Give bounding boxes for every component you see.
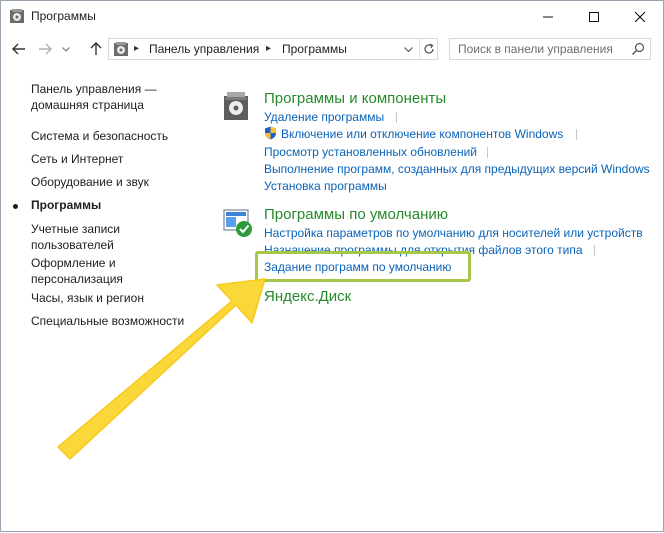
back-button[interactable]: [9, 39, 29, 59]
forward-button[interactable]: [35, 39, 55, 59]
sidebar-item-control-panel-home[interactable]: Панель управления — домашняя страница: [31, 81, 201, 113]
link-uninstall-program[interactable]: Удаление программы: [264, 110, 384, 124]
chevron-down-icon: [62, 46, 70, 52]
category-title-default-programs[interactable]: Программы по умолчанию: [264, 206, 448, 223]
sidebar-item-user-accounts[interactable]: Учетные записи пользователей: [31, 221, 201, 253]
highlight-frame: [255, 251, 471, 282]
chevron-down-icon: [403, 46, 413, 52]
link-separator: [576, 129, 577, 140]
sidebar-item-hardware-sound[interactable]: Оборудование и звук: [31, 174, 201, 190]
refresh-icon: [424, 43, 434, 54]
search-icon[interactable]: [631, 42, 645, 56]
sidebar-item-network-internet[interactable]: Сеть и Интернет: [31, 151, 201, 167]
window-title: Программы: [31, 9, 96, 23]
address-dropdown-button[interactable]: [399, 39, 417, 59]
arrow-up-icon: [90, 42, 102, 55]
programs-icon: [114, 42, 128, 56]
sidebar-item-appearance[interactable]: Оформление и персонализация: [31, 255, 201, 287]
address-bar[interactable]: ▸ Панель управления ▸ Программы: [108, 38, 438, 60]
sidebar-item-system-security[interactable]: Система и безопасность: [31, 128, 201, 144]
default-programs-icon[interactable]: [223, 208, 253, 238]
search-box[interactable]: [449, 38, 651, 60]
maximize-icon: [589, 11, 599, 22]
sidebar-item-programs[interactable]: Программы: [31, 197, 201, 213]
programs-icon: [10, 9, 24, 23]
close-icon: [635, 11, 645, 22]
control-panel-window: Программы ▸ Панель управления ▸ Программ…: [0, 0, 664, 532]
up-button[interactable]: [86, 39, 106, 59]
arrow-right-icon: [39, 43, 52, 55]
uac-shield-icon: [265, 126, 276, 140]
category-title-yandex-disk[interactable]: Яндекс.Диск: [264, 288, 351, 305]
link-autoplay-settings[interactable]: Настройка параметров по умолчанию для но…: [264, 226, 643, 240]
arrow-left-icon: [12, 43, 25, 55]
maximize-button[interactable]: [571, 1, 617, 32]
link-installed-updates[interactable]: Просмотр установленных обновлений: [264, 145, 477, 159]
link-separator: [396, 112, 397, 123]
refresh-button[interactable]: [419, 39, 438, 59]
category-title-programs-features[interactable]: Программы и компоненты: [264, 90, 446, 107]
sidebar-item-accessibility[interactable]: Специальные возможности: [31, 313, 201, 329]
link-windows-features[interactable]: Включение или отключение компонентов Win…: [281, 127, 563, 141]
title-bar[interactable]: Программы: [1, 1, 663, 32]
search-input[interactable]: [450, 39, 634, 59]
link-separator: [487, 147, 488, 158]
breadcrumb-programs[interactable]: Программы: [282, 42, 347, 56]
sidebar-item-clock-language[interactable]: Часы, язык и регион: [31, 290, 201, 306]
breadcrumb-control-panel[interactable]: Панель управления: [149, 42, 259, 56]
programs-features-icon[interactable]: [223, 91, 249, 121]
breadcrumb-separator-icon[interactable]: ▸: [134, 43, 139, 54]
current-item-bullet: [13, 204, 18, 209]
minimize-icon: [543, 16, 553, 17]
link-compatibility[interactable]: Выполнение программ, созданных для преды…: [264, 162, 650, 176]
breadcrumb-separator-icon[interactable]: ▸: [266, 43, 271, 54]
link-separator: [594, 245, 595, 256]
recent-locations-button[interactable]: [59, 39, 73, 59]
link-install-program[interactable]: Установка программы: [264, 179, 387, 193]
minimize-button[interactable]: [525, 1, 571, 32]
close-button[interactable]: [617, 1, 663, 32]
